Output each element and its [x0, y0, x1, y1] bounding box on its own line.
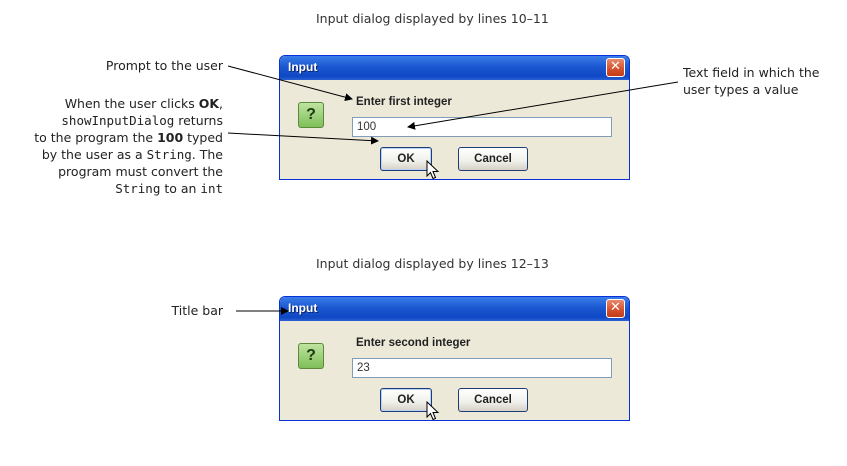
arrow-text-field	[407, 81, 679, 130]
arrow-prompt	[227, 65, 353, 102]
callout-lines	[227, 65, 679, 315]
arrow-ok	[227, 132, 379, 145]
